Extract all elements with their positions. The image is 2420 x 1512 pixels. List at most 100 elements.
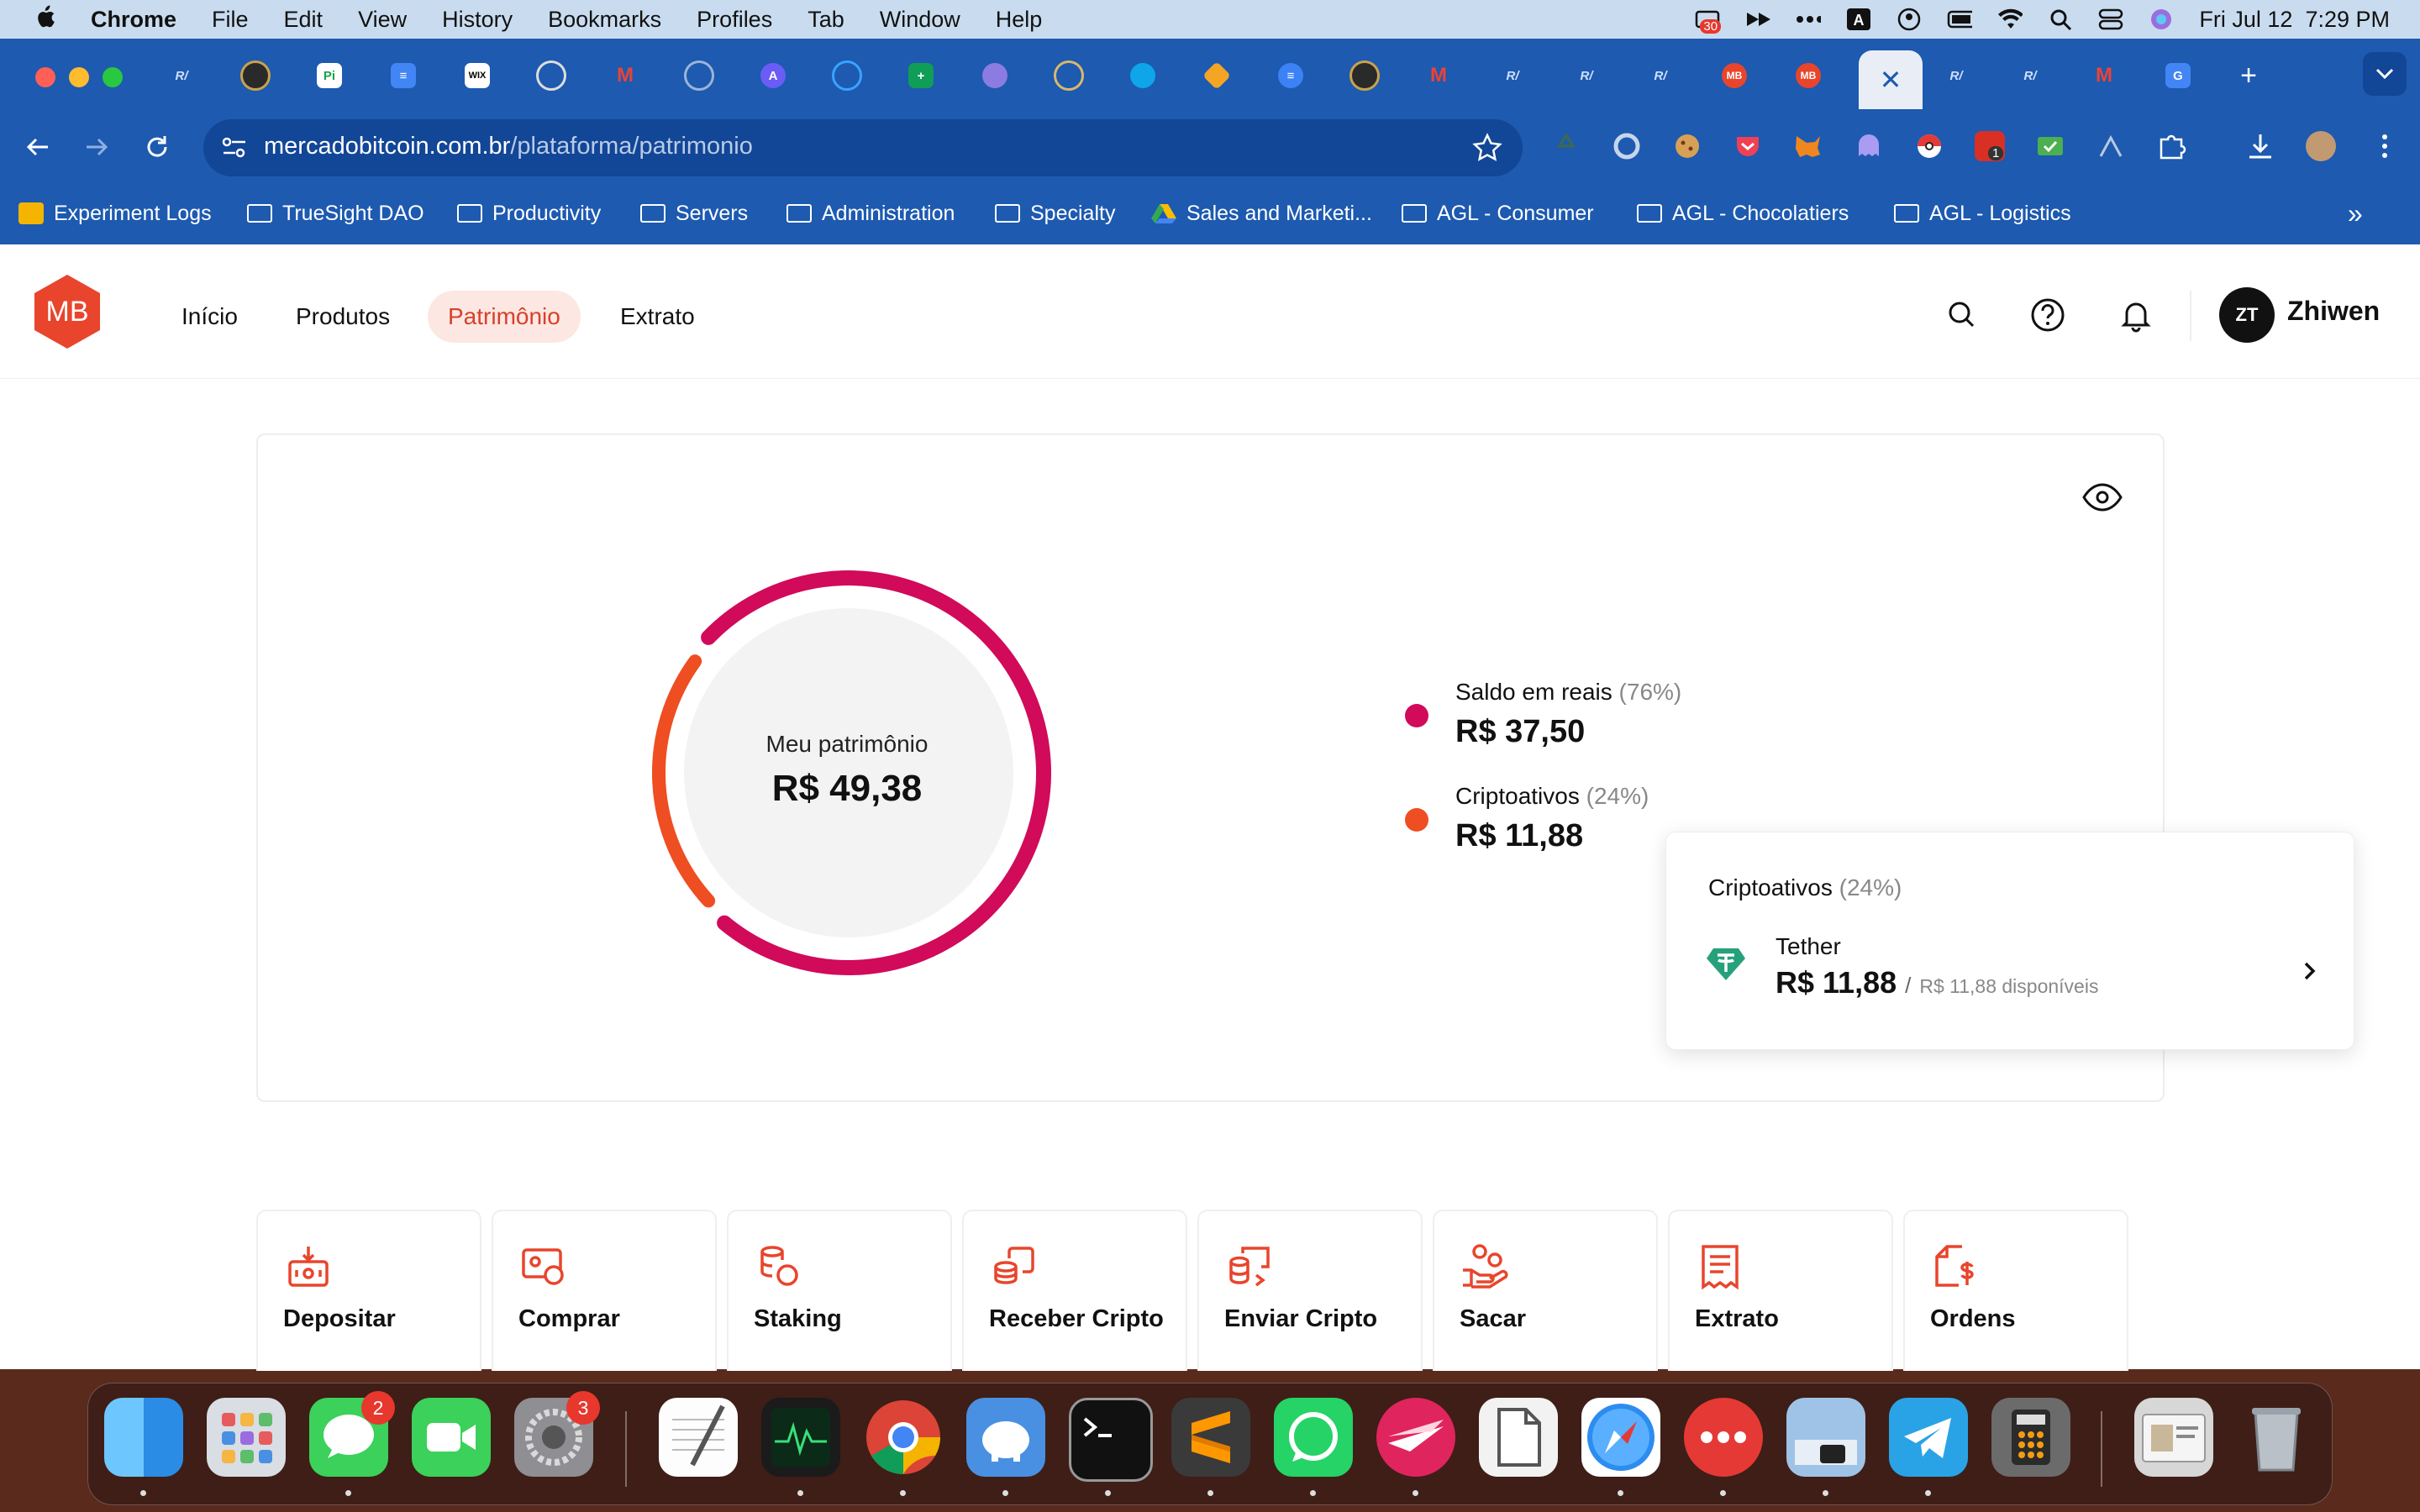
browser-tab[interactable]: R/ [1487, 55, 1538, 96]
browser-tab[interactable]: R/ [1635, 55, 1686, 96]
download-icon[interactable] [2245, 131, 2275, 161]
active-tab-close-button[interactable]: ✕ [1859, 50, 1923, 109]
battery-icon[interactable] [1947, 8, 1973, 31]
browser-tab[interactable]: R/ [156, 55, 207, 96]
window-minimize-button[interactable] [69, 67, 89, 87]
textedit-app-icon[interactable] [659, 1398, 738, 1477]
trash-icon[interactable] [2237, 1398, 2316, 1477]
chrome-app-icon[interactable] [864, 1398, 943, 1477]
terminal-app-icon[interactable] [1069, 1398, 1153, 1482]
menu-view[interactable]: View [358, 7, 407, 33]
photo-app-icon[interactable] [1786, 1398, 1865, 1477]
kebab-menu-icon[interactable] [2370, 131, 2400, 161]
menu-tab[interactable]: Tab [808, 7, 844, 33]
bookmark-folder-servers[interactable]: Servers [640, 197, 748, 230]
nav-produtos[interactable]: Produtos [276, 291, 410, 343]
menubar-datetime[interactable]: Fri Jul 12 7:29 PM [2199, 7, 2390, 33]
action-sacar[interactable]: Sacar [1433, 1210, 1658, 1371]
notification-status-icon[interactable]: 30 [1695, 8, 1722, 34]
asset-row-tether[interactable]: Tether R$ 11,88 / R$ 11,88 disponíveis [1666, 927, 2355, 1019]
browser-tab[interactable]: R/ [1931, 55, 1981, 96]
eye-visibility-icon[interactable] [2081, 479, 2124, 516]
nav-extrato[interactable]: Extrato [600, 291, 715, 343]
activity-monitor-app-icon[interactable] [761, 1398, 840, 1477]
site-settings-icon[interactable] [222, 136, 247, 160]
browser-tab[interactable]: M [1413, 55, 1464, 96]
url-text[interactable]: mercadobitcoin.com.br/plataforma/patrimo… [264, 133, 753, 160]
browser-tab[interactable]: MB [1783, 55, 1833, 96]
nav-patrimonio[interactable]: Patrimônio [428, 291, 581, 343]
window-close-button[interactable] [35, 67, 55, 87]
finder-app-icon[interactable] [104, 1398, 183, 1477]
menu-file[interactable]: File [212, 7, 249, 33]
bookmark-star-icon[interactable] [1472, 133, 1502, 163]
bookmark-sales-and-marketing[interactable]: Sales and Marketi... [1151, 197, 1372, 230]
profile-avatar-icon[interactable] [2306, 131, 2336, 161]
browser-tab[interactable] [230, 55, 281, 96]
spotlight-search-icon[interactable] [2048, 8, 2073, 31]
browser-tab[interactable]: ≡ [1265, 55, 1316, 96]
action-comprar[interactable]: Comprar [492, 1210, 717, 1371]
bookmark-folder-agl-chocolatiers[interactable]: AGL - Chocolatiers [1637, 197, 1849, 230]
menu-app-name[interactable]: Chrome [91, 7, 176, 33]
pocket-extension-icon[interactable] [1733, 131, 1763, 161]
browser-tab[interactable]: R/ [1561, 55, 1612, 96]
ring-extension-icon[interactable] [1612, 131, 1642, 161]
reload-button[interactable] [136, 126, 178, 168]
new-tab-button[interactable]: + [2223, 55, 2274, 96]
browser-tab[interactable]: M [2079, 55, 2129, 96]
browser-tab[interactable]: M [600, 55, 650, 96]
browser-tab[interactable] [1339, 55, 1390, 96]
control-center-icon[interactable] [2098, 8, 2123, 31]
bookmark-folder-truesight-dao[interactable]: TrueSight DAO [247, 197, 424, 230]
more-bookmarks-button[interactable]: » [2348, 197, 2363, 230]
launchpad-app-icon[interactable] [207, 1398, 286, 1477]
browser-tab[interactable] [674, 55, 724, 96]
browser-tab[interactable]: MB [1709, 55, 1760, 96]
legend-label-cripto[interactable]: Criptoativos (24%) [1455, 783, 1649, 810]
menu-profiles[interactable]: Profiles [697, 7, 772, 33]
tab-search-button[interactable] [2363, 52, 2407, 96]
preview-file-app-icon[interactable] [1479, 1398, 1558, 1477]
browser-tab[interactable]: ≡ [378, 55, 429, 96]
action-ordens[interactable]: Ordens [1903, 1210, 2128, 1371]
metamask-extension-icon[interactable] [1793, 131, 1823, 161]
safari-app-icon[interactable] [1581, 1398, 1660, 1477]
bookmark-folder-administration[interactable]: Administration [786, 197, 955, 230]
keyboard-input-icon[interactable]: A [1846, 8, 1871, 31]
action-receber-cripto[interactable]: Receber Cripto [962, 1210, 1187, 1371]
puzzle-extensions-icon[interactable] [2156, 131, 2186, 161]
caret-extension-icon[interactable] [2096, 131, 2126, 161]
browser-tab[interactable] [822, 55, 872, 96]
forward-button[interactable] [76, 126, 118, 168]
user-name[interactable]: Zhiwen [2287, 296, 2380, 327]
browser-tab[interactable]: R/ [2005, 55, 2055, 96]
fast-forward-icon[interactable] [1745, 8, 1771, 31]
cookie-extension-icon[interactable] [1672, 131, 1702, 161]
siri-icon[interactable] [2149, 8, 2174, 31]
wifi-icon[interactable] [1997, 8, 2023, 31]
pokeball-extension-icon[interactable] [1914, 131, 1944, 161]
menu-help[interactable]: Help [996, 7, 1043, 33]
tableplus-app-icon[interactable] [966, 1398, 1045, 1477]
bookmark-folder-productivity[interactable]: Productivity [457, 197, 601, 230]
action-enviar-cripto[interactable]: Enviar Cripto [1197, 1210, 1423, 1371]
apple-menu-icon[interactable] [34, 4, 55, 35]
browser-tab[interactable] [1044, 55, 1094, 96]
menu-edit[interactable]: Edit [284, 7, 324, 33]
telegram-app-icon[interactable] [1889, 1398, 1968, 1477]
ghost-extension-icon[interactable] [1854, 131, 1884, 161]
facetime-app-icon[interactable] [412, 1398, 491, 1477]
red-extension-icon[interactable]: 1 [1975, 131, 2005, 161]
browser-tab[interactable] [970, 55, 1020, 96]
browser-tab[interactable] [1118, 55, 1168, 96]
mercado-bitcoin-logo[interactable]: MB [31, 273, 103, 350]
browser-tab[interactable]: A [748, 55, 798, 96]
downloads-folder-icon[interactable] [2134, 1398, 2213, 1477]
sublime-text-app-icon[interactable] [1171, 1398, 1250, 1477]
bookmark-folder-specialty[interactable]: Specialty [995, 197, 1115, 230]
back-button[interactable] [17, 126, 59, 168]
avatar[interactable]: ZT [2219, 287, 2275, 343]
action-depositar[interactable]: Depositar [256, 1210, 481, 1371]
browser-tab[interactable]: + [896, 55, 946, 96]
